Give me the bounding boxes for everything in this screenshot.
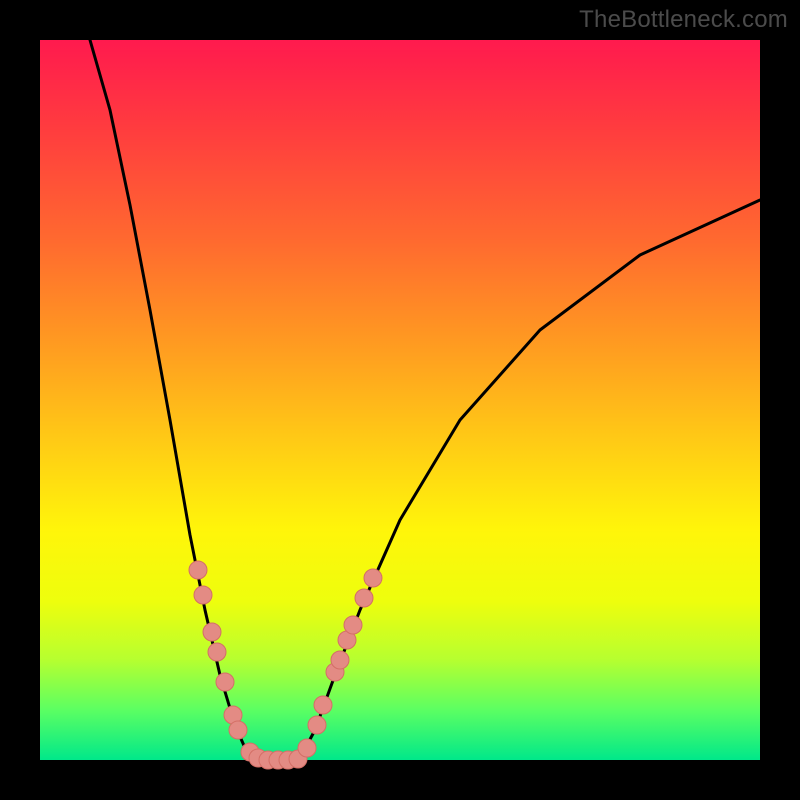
watermark-text: TheBottleneck.com <box>579 6 788 34</box>
chart-frame: TheBottleneck.com <box>0 0 800 800</box>
marker-dot <box>364 569 382 587</box>
chart-svg <box>40 40 760 760</box>
marker-dot <box>194 586 212 604</box>
marker-dot <box>308 716 326 734</box>
marker-dot <box>298 739 316 757</box>
plot-area <box>40 40 760 760</box>
marker-dot <box>208 643 226 661</box>
bottleneck-curve <box>90 40 760 760</box>
marker-dot <box>314 696 332 714</box>
marker-dot <box>189 561 207 579</box>
curve-path-group <box>90 40 760 760</box>
marker-dot <box>355 589 373 607</box>
marker-dot <box>344 616 362 634</box>
marker-dot <box>331 651 349 669</box>
marker-dot <box>216 673 234 691</box>
marker-dot <box>203 623 221 641</box>
marker-dot <box>229 721 247 739</box>
